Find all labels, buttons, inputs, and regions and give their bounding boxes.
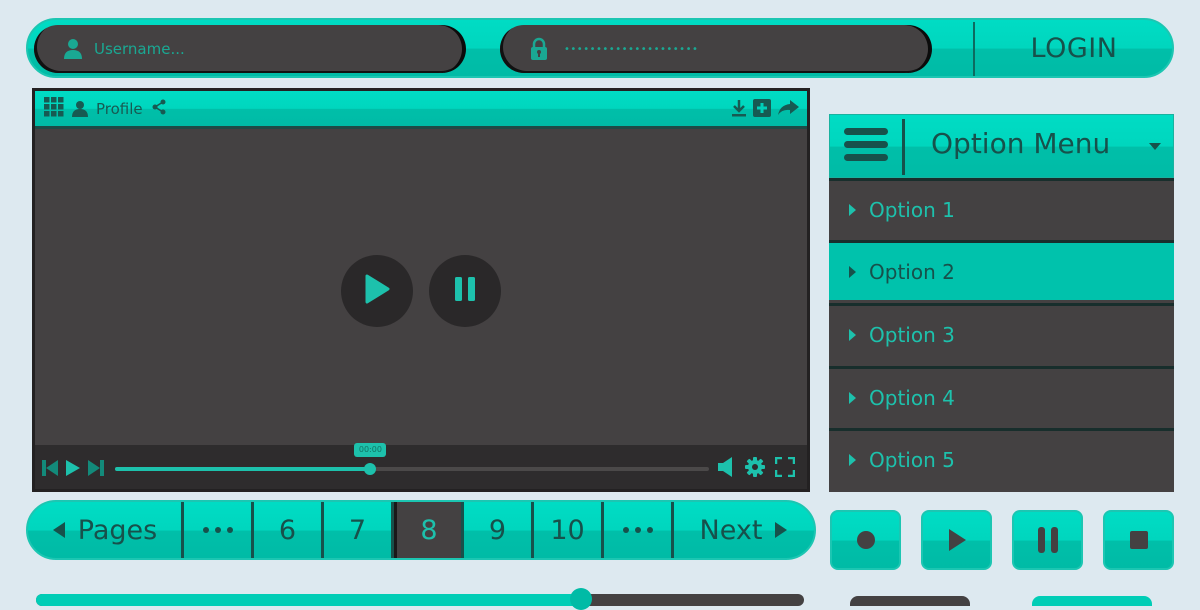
ellipsis-icon bbox=[202, 527, 233, 533]
record-button[interactable] bbox=[830, 510, 901, 570]
bottom-toggle-teal[interactable] bbox=[1032, 596, 1152, 606]
profile-link[interactable]: Profile bbox=[96, 100, 143, 118]
page-9[interactable]: 9 bbox=[464, 502, 534, 558]
password-mask: ••••••••••••••••••••• bbox=[564, 43, 699, 55]
center-pause-button[interactable] bbox=[429, 255, 501, 327]
video-progress-knob[interactable] bbox=[364, 463, 377, 475]
skip-forward-icon[interactable] bbox=[87, 459, 105, 481]
menu-option-label: Option 1 bbox=[869, 197, 955, 222]
stop-icon bbox=[1129, 531, 1148, 549]
page-10[interactable]: 10 bbox=[534, 502, 604, 558]
add-icon[interactable] bbox=[753, 99, 771, 121]
option-menu-header[interactable]: Option Menu bbox=[829, 114, 1174, 178]
share-icon[interactable] bbox=[151, 99, 167, 119]
option-menu-title: Option Menu bbox=[931, 127, 1111, 160]
caret-right-icon bbox=[849, 203, 856, 216]
lock-icon bbox=[528, 37, 550, 61]
caret-right-icon bbox=[849, 391, 856, 404]
forward-icon[interactable] bbox=[777, 100, 799, 120]
bottom-slider-knob[interactable] bbox=[570, 588, 593, 610]
page-7[interactable]: 7 bbox=[324, 502, 394, 558]
username-placeholder: Username... bbox=[94, 40, 185, 58]
user-icon bbox=[62, 37, 84, 61]
page-6[interactable]: 6 bbox=[254, 502, 324, 558]
menu-option-3[interactable]: Option 3 bbox=[829, 303, 1174, 363]
menu-option-label: Option 3 bbox=[869, 322, 955, 347]
menu-option-2[interactable]: Option 2 bbox=[829, 240, 1174, 300]
download-icon[interactable] bbox=[731, 99, 747, 121]
caret-down-icon[interactable] bbox=[1149, 143, 1161, 150]
settings-gear-icon[interactable] bbox=[745, 457, 765, 481]
video-progress-track[interactable]: 00:00 bbox=[115, 443, 709, 475]
option-menu: Option Menu Option 1 Option 2 Option 3 O… bbox=[829, 114, 1174, 492]
menu-header-divider bbox=[902, 119, 905, 175]
caret-right-icon bbox=[849, 265, 856, 278]
pause-icon bbox=[453, 275, 477, 307]
bottom-toggle-dark[interactable] bbox=[850, 596, 970, 606]
caret-left-icon bbox=[52, 522, 65, 538]
record-icon bbox=[856, 531, 875, 549]
grid-icon[interactable] bbox=[44, 96, 64, 121]
next-button[interactable]: Next bbox=[674, 502, 814, 558]
menu-option-label: Option 2 bbox=[869, 259, 955, 284]
next-label: Next bbox=[699, 514, 763, 546]
menu-option-1[interactable]: Option 1 bbox=[829, 178, 1174, 238]
menu-option-4[interactable]: Option 4 bbox=[829, 366, 1174, 426]
caret-right-icon bbox=[849, 453, 856, 466]
login-divider bbox=[973, 22, 975, 76]
play-icon bbox=[948, 529, 966, 551]
skip-back-icon[interactable] bbox=[41, 459, 59, 481]
stop-button[interactable] bbox=[1103, 510, 1174, 570]
pagination: Pages 6 7 8 9 10 Next bbox=[26, 500, 816, 560]
page-8-current[interactable]: 8 bbox=[394, 502, 464, 558]
login-button[interactable]: LOGIN bbox=[976, 20, 1172, 76]
bottom-slider-fill bbox=[36, 594, 582, 606]
pause-icon bbox=[1037, 527, 1058, 553]
play-icon[interactable] bbox=[65, 459, 81, 481]
player-toolbar: Profile bbox=[35, 91, 807, 129]
time-tooltip: 00:00 bbox=[354, 443, 387, 457]
user-icon bbox=[72, 100, 88, 117]
pages-prev-button[interactable]: Pages bbox=[28, 502, 184, 558]
bottom-slider[interactable] bbox=[36, 588, 804, 610]
menu-option-label: Option 4 bbox=[869, 385, 955, 410]
fullscreen-icon[interactable] bbox=[774, 456, 796, 481]
play-button[interactable] bbox=[921, 510, 992, 570]
caret-right-icon bbox=[849, 328, 856, 341]
ellipsis-icon bbox=[622, 527, 653, 533]
page-ellipsis-left[interactable] bbox=[184, 502, 254, 558]
volume-icon[interactable] bbox=[717, 457, 735, 481]
username-field[interactable]: Username... bbox=[34, 25, 462, 73]
menu-option-5[interactable]: Option 5 bbox=[829, 428, 1174, 488]
video-progress-fill bbox=[115, 467, 371, 471]
hamburger-icon[interactable] bbox=[844, 128, 888, 164]
player-controls: 00:00 bbox=[35, 443, 807, 489]
menu-option-label: Option 5 bbox=[869, 447, 955, 472]
login-bar: Username... ••••••••••••••••••••• LOGIN bbox=[26, 18, 1174, 78]
pause-button[interactable] bbox=[1012, 510, 1083, 570]
video-player: Profile 00:00 bbox=[32, 88, 810, 492]
pages-prev-label: Pages bbox=[77, 514, 158, 546]
center-play-button[interactable] bbox=[341, 255, 413, 327]
caret-right-icon bbox=[775, 522, 788, 538]
play-icon bbox=[364, 274, 390, 308]
password-field[interactable]: ••••••••••••••••••••• bbox=[500, 25, 928, 73]
page-ellipsis-right[interactable] bbox=[604, 502, 674, 558]
